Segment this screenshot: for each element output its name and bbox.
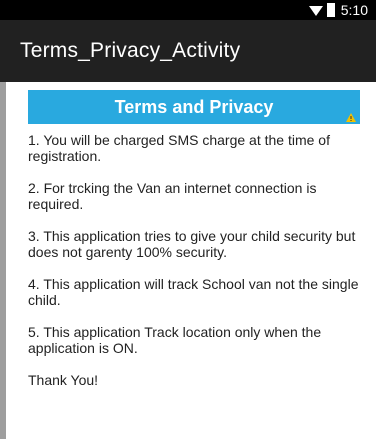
- closing-text: Thank You!: [28, 372, 99, 388]
- status-time: 5:10: [340, 2, 368, 18]
- term-item-5: 5. This application Track location only …: [28, 324, 322, 356]
- action-bar: Terms_Privacy_Activity: [0, 20, 376, 82]
- term-item-3: 3. This application tries to give your c…: [28, 228, 356, 260]
- term-item-1: 1. You will be charged SMS charge at the…: [28, 132, 330, 164]
- left-edge-divider: [0, 82, 6, 439]
- action-bar-title: Terms_Privacy_Activity: [20, 39, 241, 62]
- warning-icon: [346, 113, 356, 122]
- battery-icon: [326, 3, 335, 17]
- term-item-4: 4. This application will track School va…: [28, 276, 359, 308]
- wifi-icon: [308, 6, 323, 16]
- term-item-2: 2. For trcking the Van an internet conne…: [28, 180, 317, 212]
- terms-header: Terms and Privacy: [28, 90, 360, 124]
- terms-content: 1. You will be charged SMS charge at the…: [28, 132, 364, 404]
- terms-header-title: Terms and Privacy: [114, 96, 274, 117]
- status-bar: 5:10: [0, 0, 376, 20]
- terms-privacy-screen: 5:10 Terms_Privacy_Activity Terms and Pr…: [0, 0, 376, 439]
